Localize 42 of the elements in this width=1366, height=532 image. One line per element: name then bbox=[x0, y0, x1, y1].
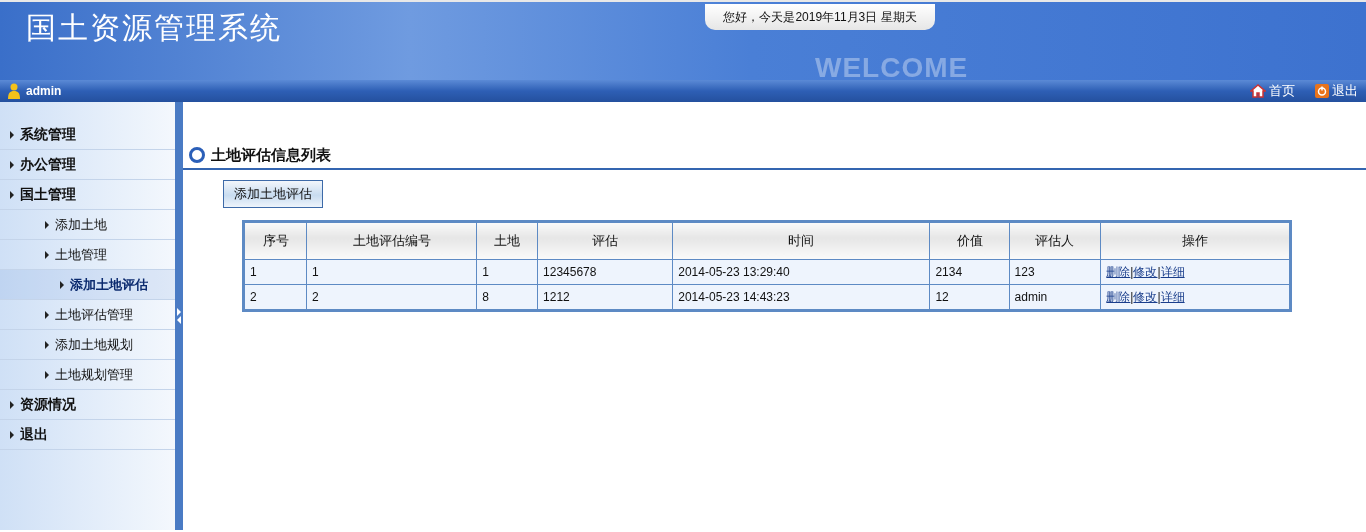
action-link[interactable]: 修改 bbox=[1133, 264, 1158, 279]
table-cell: admin bbox=[1009, 284, 1101, 311]
column-header: 操作 bbox=[1100, 221, 1291, 260]
collapse-handle[interactable] bbox=[175, 102, 183, 530]
table-cell: 12345678 bbox=[537, 259, 673, 285]
column-header: 时间 bbox=[672, 221, 930, 260]
arrows-icon bbox=[176, 307, 182, 325]
action-link[interactable]: 删除 bbox=[1106, 289, 1131, 304]
user-icon bbox=[8, 83, 20, 99]
table-cell: 2 bbox=[243, 284, 307, 311]
table-cell: 2 bbox=[306, 284, 477, 311]
table-cell: 12 bbox=[929, 284, 1010, 311]
separator-text: | bbox=[1157, 289, 1161, 304]
welcome-text: WELCOME bbox=[815, 52, 969, 84]
column-header: 序号 bbox=[243, 221, 307, 260]
separator-text: | bbox=[1157, 264, 1161, 279]
column-header: 评估人 bbox=[1009, 221, 1101, 260]
ring-icon bbox=[189, 147, 205, 163]
column-header: 价值 bbox=[929, 221, 1010, 260]
column-header: 土地评估编号 bbox=[306, 221, 477, 260]
logout-link[interactable]: 退出 bbox=[1315, 82, 1358, 100]
table-cell: 1 bbox=[243, 259, 307, 285]
action-link[interactable]: 修改 bbox=[1133, 289, 1158, 304]
table-cell: 2014-05-23 14:43:23 bbox=[672, 284, 930, 311]
column-header: 评估 bbox=[537, 221, 673, 260]
table-cell: 2014-05-23 13:29:40 bbox=[672, 259, 930, 285]
app-title: 国土资源管理系统 bbox=[26, 9, 282, 47]
separator-text: | bbox=[1130, 289, 1134, 304]
table-cell: 1212 bbox=[537, 284, 673, 311]
column-header: 土地 bbox=[476, 221, 538, 260]
power-icon bbox=[1315, 84, 1329, 98]
home-icon bbox=[1250, 84, 1266, 98]
home-link[interactable]: 首页 bbox=[1250, 82, 1295, 100]
sidebar-item[interactable]: 添加土地评估 bbox=[0, 270, 175, 300]
page-title: 土地评估信息列表 bbox=[211, 145, 331, 165]
table-cell: 123 bbox=[1009, 259, 1101, 285]
action-link[interactable]: 删除 bbox=[1106, 264, 1131, 279]
table-cell: 1 bbox=[306, 259, 477, 285]
separator-text: | bbox=[1130, 264, 1134, 279]
username-text: admin bbox=[26, 84, 62, 98]
add-button[interactable]: 添加土地评估 bbox=[223, 180, 323, 208]
greeting-text: 您好，今天是2019年11月3日 星期天 bbox=[705, 4, 935, 30]
